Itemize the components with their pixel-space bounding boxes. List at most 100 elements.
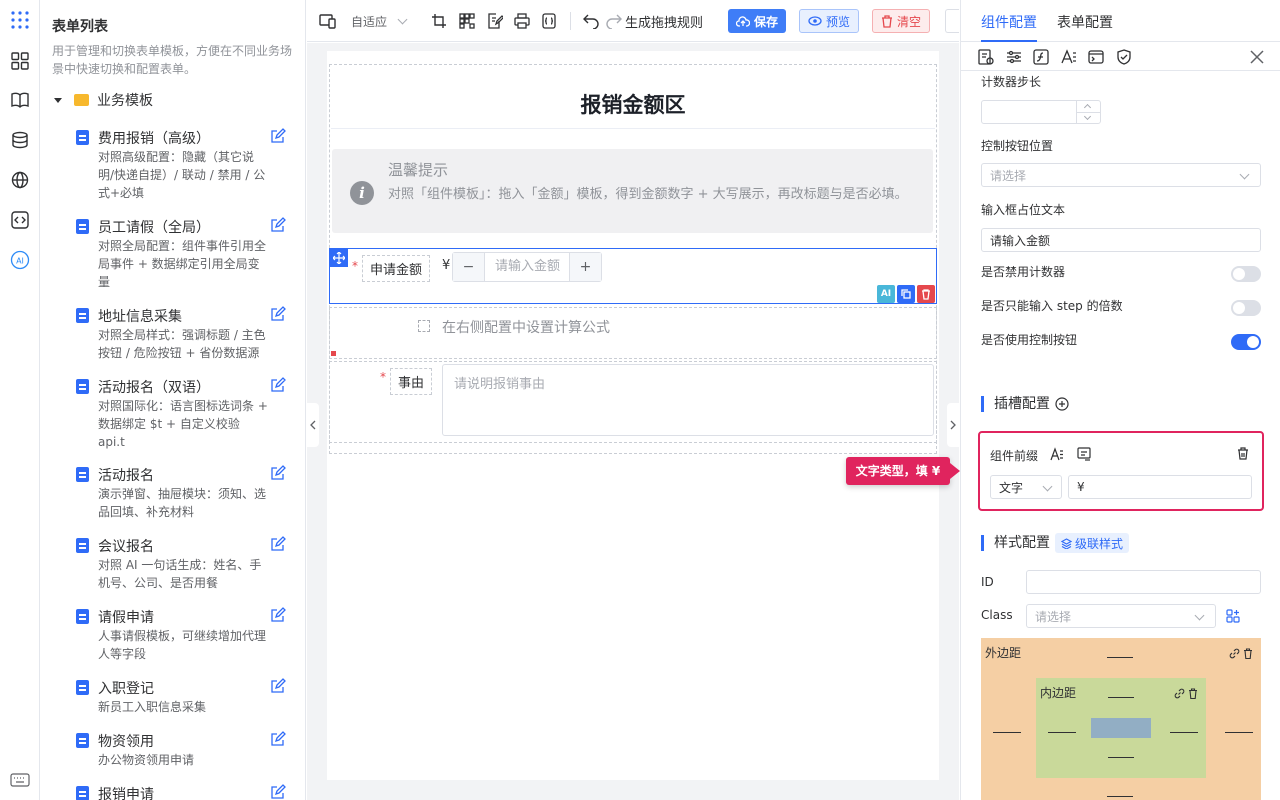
edit-icon[interactable] — [270, 678, 286, 694]
redo-icon[interactable] — [606, 12, 622, 30]
code-icon[interactable] — [10, 210, 30, 230]
preview-button[interactable]: 预览 — [799, 9, 860, 33]
list-item-title: 员工请假（全局） — [98, 220, 210, 236]
margin-left-value[interactable] — [993, 732, 1021, 733]
print-icon[interactable] — [514, 12, 530, 30]
use-ctrl-switch[interactable] — [1231, 334, 1261, 350]
list-item-desc: 新员工入职信息采集 — [98, 700, 207, 714]
generate-rules-button[interactable]: 生成拖拽规则 — [625, 12, 703, 31]
tab-component-config[interactable]: 组件配置 — [981, 12, 1037, 32]
list-item-desc: 办公物资领用申请 — [98, 753, 195, 767]
clear-button[interactable]: 清空 — [872, 9, 931, 33]
collapse-left-handle[interactable] — [307, 403, 319, 447]
trash-icon[interactable] — [1243, 648, 1253, 659]
components-icon[interactable] — [10, 51, 30, 71]
edit-icon[interactable] — [270, 128, 286, 144]
more-button-edge[interactable] — [945, 9, 959, 33]
prefix-type-select[interactable]: 文字 — [990, 475, 1062, 499]
chevron-up-icon[interactable] — [1083, 103, 1092, 112]
tab-form-config[interactable]: 表单配置 — [1057, 12, 1113, 32]
edit-icon[interactable] — [270, 607, 286, 623]
close-icon[interactable] — [1250, 50, 1264, 64]
edit-icon[interactable] — [270, 217, 286, 233]
edit-doc-icon[interactable] — [487, 12, 503, 30]
delete-icon[interactable] — [917, 285, 935, 303]
step-label: 计数器步长 — [981, 75, 1042, 89]
book-icon[interactable] — [10, 90, 30, 110]
amount-field-selected[interactable]: * 申请金额 ¥ − 请输入金额 + AI — [329, 248, 937, 304]
formula-field[interactable]: 在右侧配置中设置计算公式 — [329, 307, 937, 359]
padding-bottom-value[interactable] — [1108, 757, 1134, 758]
adapt-select[interactable]: 自适应 — [351, 12, 408, 30]
document-icon — [76, 786, 89, 800]
database-icon[interactable] — [10, 130, 30, 150]
cascade-style-button[interactable]: 级联样式 — [1055, 533, 1130, 553]
amount-number-input[interactable]: − 请输入金额 + — [452, 252, 602, 282]
crop-icon[interactable] — [431, 12, 447, 30]
add-circle-icon[interactable] — [1055, 397, 1069, 411]
box-model-content — [1091, 718, 1151, 738]
text-style-icon[interactable] — [1050, 447, 1064, 461]
disable-counter-switch[interactable] — [1231, 266, 1261, 282]
copy-icon[interactable] — [897, 285, 915, 303]
link-icon[interactable] — [1174, 688, 1185, 699]
edit-icon[interactable] — [270, 731, 286, 747]
device-icon[interactable] — [319, 12, 337, 30]
edit-icon[interactable] — [270, 784, 286, 800]
ai-icon[interactable]: AI — [10, 250, 30, 270]
padding-right-value[interactable] — [1170, 732, 1198, 733]
text-style-icon[interactable] — [1061, 49, 1077, 65]
placeholder-input[interactable]: 请输入金额 — [981, 228, 1261, 252]
margin-right-value[interactable] — [1225, 732, 1253, 733]
chevron-down-icon[interactable] — [1083, 112, 1092, 121]
step-multiple-switch[interactable] — [1231, 300, 1261, 316]
class-manage-icon[interactable] — [1226, 609, 1240, 623]
id-input[interactable] — [1026, 570, 1261, 594]
margin-bottom-value[interactable] — [1107, 796, 1133, 797]
edit-icon[interactable] — [270, 306, 286, 322]
keyboard-icon[interactable] — [10, 770, 30, 790]
edit-icon[interactable] — [270, 377, 286, 393]
image-slot-icon[interactable] — [1077, 447, 1091, 461]
reason-field[interactable]: * 事由 请说明报销事由 — [329, 361, 937, 443]
folder-business-templates[interactable]: 业务模板 — [52, 90, 153, 110]
padding-top-value[interactable] — [1108, 697, 1134, 698]
class-select[interactable]: 请选择 — [1026, 604, 1216, 628]
class-label: Class — [981, 608, 1013, 622]
use-ctrl-label: 是否使用控制按钮 — [981, 333, 1078, 347]
link-icon[interactable] — [1229, 648, 1240, 659]
step-input[interactable] — [981, 100, 1101, 124]
reason-textarea[interactable]: 请说明报销事由 — [442, 364, 934, 436]
cloud-icon — [736, 16, 750, 27]
ctrl-pos-select[interactable]: 请选择 — [981, 163, 1261, 187]
document-icon — [76, 538, 89, 553]
ai-action-icon[interactable]: AI — [877, 285, 895, 303]
amount-label: 申请金额 — [362, 255, 431, 282]
decrease-button[interactable]: − — [453, 253, 485, 281]
slot-section-title: 插槽配置 — [981, 396, 1050, 412]
undo-icon[interactable] — [583, 12, 599, 30]
trash-icon[interactable] — [1188, 688, 1198, 699]
json-icon[interactable] — [542, 12, 558, 30]
increase-button[interactable]: + — [569, 253, 601, 281]
props-icon[interactable] — [978, 49, 994, 65]
step-stepper[interactable] — [1076, 101, 1100, 123]
padding-left-value[interactable] — [1048, 732, 1076, 733]
document-icon — [76, 609, 89, 624]
collapse-right-handle[interactable] — [947, 403, 959, 447]
drag-move-icon[interactable] — [330, 249, 348, 267]
prefix-value-input[interactable]: ¥ — [1068, 475, 1252, 499]
qrcode-icon[interactable] — [459, 12, 475, 30]
edit-icon[interactable] — [270, 536, 286, 552]
save-button[interactable]: 保存 — [728, 9, 787, 33]
edit-icon[interactable] — [270, 465, 286, 481]
function-icon[interactable] — [1033, 49, 1049, 65]
folder-label: 业务模板 — [97, 93, 153, 109]
apps-grid-icon[interactable] — [10, 10, 30, 30]
shield-icon[interactable] — [1116, 49, 1132, 65]
margin-top-value[interactable] — [1107, 657, 1133, 658]
globe-icon[interactable] — [10, 170, 30, 190]
sliders-icon[interactable] — [1006, 49, 1022, 65]
trash-icon[interactable] — [1237, 447, 1249, 460]
terminal-icon[interactable] — [1088, 49, 1104, 65]
